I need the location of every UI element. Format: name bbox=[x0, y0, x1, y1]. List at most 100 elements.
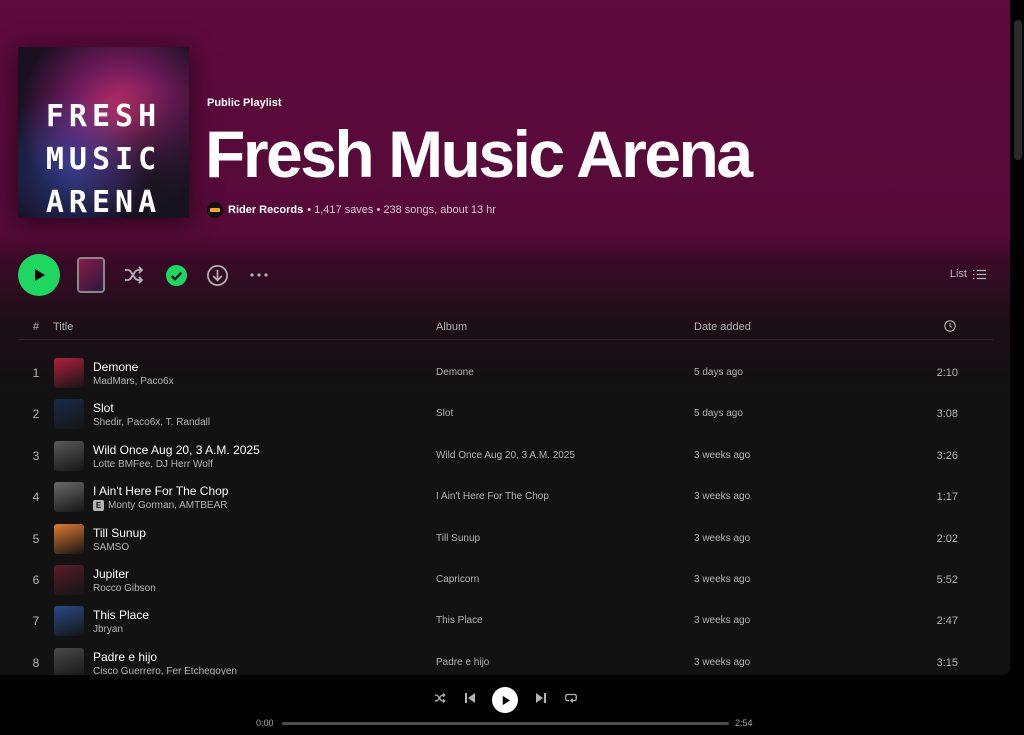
track-artist[interactable]: MadMars, Paco6x bbox=[93, 376, 174, 387]
previous-button[interactable] bbox=[458, 686, 482, 710]
track-artist[interactable]: SAMSO bbox=[93, 542, 129, 553]
track-album[interactable]: Slot bbox=[436, 408, 453, 419]
track-date-added: 5 days ago bbox=[694, 367, 743, 378]
playlist-stats: • 1,417 saves • 238 songs, about 13 hr bbox=[307, 204, 496, 216]
scrollbar[interactable] bbox=[1010, 0, 1024, 675]
track-album[interactable]: Demone bbox=[436, 367, 474, 378]
download-icon bbox=[206, 264, 228, 286]
track-artist[interactable]: Shedir, Paco6x, T. Randall bbox=[93, 417, 210, 428]
track-album[interactable]: Capricorn bbox=[436, 574, 479, 585]
track-artist[interactable]: Cisco Guerrero, Fer Etchegoyen bbox=[93, 666, 237, 675]
track-date-added: 3 weeks ago bbox=[694, 656, 751, 668]
header-date-added[interactable]: Date added bbox=[694, 321, 751, 333]
owner-link[interactable]: Rider Records bbox=[228, 204, 303, 216]
owner-avatar[interactable] bbox=[207, 202, 223, 218]
playlist-title[interactable]: Fresh Music Arena bbox=[205, 116, 753, 192]
saved-button[interactable] bbox=[164, 263, 188, 287]
shuffle-button[interactable] bbox=[122, 263, 146, 287]
track-title[interactable]: Demone bbox=[93, 360, 138, 374]
track-date-added: 5 days ago bbox=[694, 408, 743, 420]
track-album[interactable]: Wild Once Aug 20, 3 A.M. 2025 bbox=[436, 450, 575, 461]
track-duration: 2:02 bbox=[936, 532, 958, 545]
skip-forward-icon bbox=[536, 693, 546, 703]
track-row[interactable]: 5 Till Sunup SAMSO Till Sunup 3 weeks ago 2:0… bbox=[18, 518, 993, 559]
track-row[interactable]: 1 Demone MadMars, Paco6x Demone 5 days ago 2:… bbox=[18, 352, 993, 393]
header-title[interactable]: Title bbox=[53, 321, 73, 333]
track-artist[interactable]: E Monty Gorman, AMTBEAR bbox=[93, 500, 227, 512]
track-duration: 2:10 bbox=[936, 367, 958, 379]
track-album[interactable]: Till Sunup bbox=[436, 533, 480, 544]
track-row[interactable]: 4 I Ain't Here For The Chop E Monty Gorman,… bbox=[18, 476, 993, 517]
view-toggle[interactable]: List bbox=[950, 268, 986, 280]
shuffle-icon bbox=[434, 692, 446, 704]
track-number: 3 bbox=[32, 448, 40, 463]
track-thumbnail bbox=[54, 523, 84, 554]
track-artist-text[interactable]: Monty Gorman, AMTBEAR bbox=[108, 500, 227, 511]
track-thumbnail bbox=[54, 647, 84, 675]
track-artist-text[interactable]: SAMSO bbox=[93, 542, 129, 553]
track-row[interactable]: 8 Padre e hijo Cisco Guerrero, Fer Etchego… bbox=[18, 642, 993, 675]
repeat-icon bbox=[565, 693, 577, 703]
track-artist-text[interactable]: Lotte BMFee, DJ Herr Wolf bbox=[93, 459, 213, 470]
track-thumbnail bbox=[54, 482, 84, 513]
playlist-type: Public Playlist bbox=[207, 97, 282, 109]
track-album[interactable]: I Ain't Here For The Chop bbox=[436, 491, 549, 502]
repeat-button[interactable] bbox=[559, 686, 583, 710]
track-artist-text[interactable]: Rocco Gibson bbox=[93, 583, 156, 594]
track-title[interactable]: Jupiter bbox=[93, 567, 129, 581]
track-artist[interactable]: Rocco Gibson bbox=[93, 583, 156, 594]
track-number: 8 bbox=[32, 655, 40, 670]
track-artist[interactable]: Jbryan bbox=[93, 624, 123, 635]
list-icon bbox=[973, 269, 986, 279]
progress-bar[interactable] bbox=[282, 722, 729, 725]
header-album[interactable]: Album bbox=[436, 321, 467, 333]
player-bar: 0:00 2:54 bbox=[0, 680, 1024, 735]
track-date-added: 3 weeks ago bbox=[694, 532, 751, 544]
player-play-button[interactable] bbox=[492, 687, 518, 713]
track-row[interactable]: 7 This Place Jbryan This Place 3 weeks ago 2:… bbox=[18, 600, 993, 641]
more-options-button[interactable] bbox=[247, 263, 271, 287]
player-shuffle-button[interactable] bbox=[428, 686, 452, 710]
play-icon bbox=[35, 269, 45, 281]
playlist-meta: Rider Records • 1,417 saves • 238 songs,… bbox=[207, 202, 496, 218]
header-number: # bbox=[33, 321, 40, 333]
clock-icon bbox=[944, 320, 956, 332]
track-artist-text[interactable]: Shedir, Paco6x, T. Randall bbox=[93, 417, 210, 428]
playlist-thumbnail-button[interactable] bbox=[77, 257, 105, 293]
track-title[interactable]: Padre e hijo bbox=[93, 650, 157, 664]
saved-check-icon bbox=[165, 264, 187, 286]
track-title[interactable]: This Place bbox=[93, 608, 149, 622]
track-album[interactable]: Padre e hijo bbox=[436, 657, 489, 668]
track-album[interactable]: This Place bbox=[436, 615, 483, 626]
track-date-added: 3 weeks ago bbox=[694, 615, 751, 627]
playlist-cover[interactable]: FRESH MUSIC ARENA bbox=[18, 47, 189, 218]
view-toggle-label: List bbox=[949, 268, 967, 280]
cover-text: FRESH MUSIC ARENA bbox=[45, 99, 162, 218]
track-duration: 2:47 bbox=[936, 615, 958, 628]
next-button[interactable] bbox=[529, 686, 553, 710]
track-row[interactable]: 6 Jupiter Rocco Gibson Capricorn 3 weeks ago… bbox=[18, 559, 993, 600]
current-time: 0:00 bbox=[256, 718, 274, 728]
download-button[interactable] bbox=[205, 263, 229, 287]
track-number: 1 bbox=[32, 366, 40, 380]
track-title[interactable]: I Ain't Here For The Chop bbox=[93, 484, 228, 498]
track-artist-text[interactable]: Cisco Guerrero, Fer Etchegoyen bbox=[93, 666, 237, 675]
play-icon bbox=[502, 695, 510, 705]
track-artist[interactable]: Lotte BMFee, DJ Herr Wolf bbox=[93, 459, 213, 470]
scrollbar-thumb[interactable] bbox=[1014, 20, 1022, 160]
track-title[interactable]: Till Sunup bbox=[93, 526, 146, 540]
explicit-badge: E bbox=[93, 500, 104, 512]
track-row[interactable]: 3 Wild Once Aug 20, 3 A.M. 2025 Lotte BMFe… bbox=[18, 435, 993, 476]
track-artist-text[interactable]: Jbryan bbox=[93, 624, 123, 635]
header-duration[interactable] bbox=[944, 320, 956, 335]
track-title[interactable]: Slot bbox=[93, 401, 114, 415]
play-button[interactable] bbox=[18, 254, 60, 296]
spotify-app: FRESH MUSIC ARENA Public Playlist Fresh … bbox=[0, 0, 1024, 735]
more-icon bbox=[250, 273, 268, 277]
track-duration: 1:17 bbox=[936, 491, 958, 504]
track-table-header: # Title Album Date added bbox=[18, 318, 993, 340]
track-artist-text[interactable]: MadMars, Paco6x bbox=[93, 376, 174, 387]
track-date-added: 3 weeks ago bbox=[694, 491, 751, 503]
track-row[interactable]: 2 Slot Shedir, Paco6x, T. Randall Slot 5 day… bbox=[18, 393, 993, 434]
track-title[interactable]: Wild Once Aug 20, 3 A.M. 2025 bbox=[93, 443, 260, 457]
